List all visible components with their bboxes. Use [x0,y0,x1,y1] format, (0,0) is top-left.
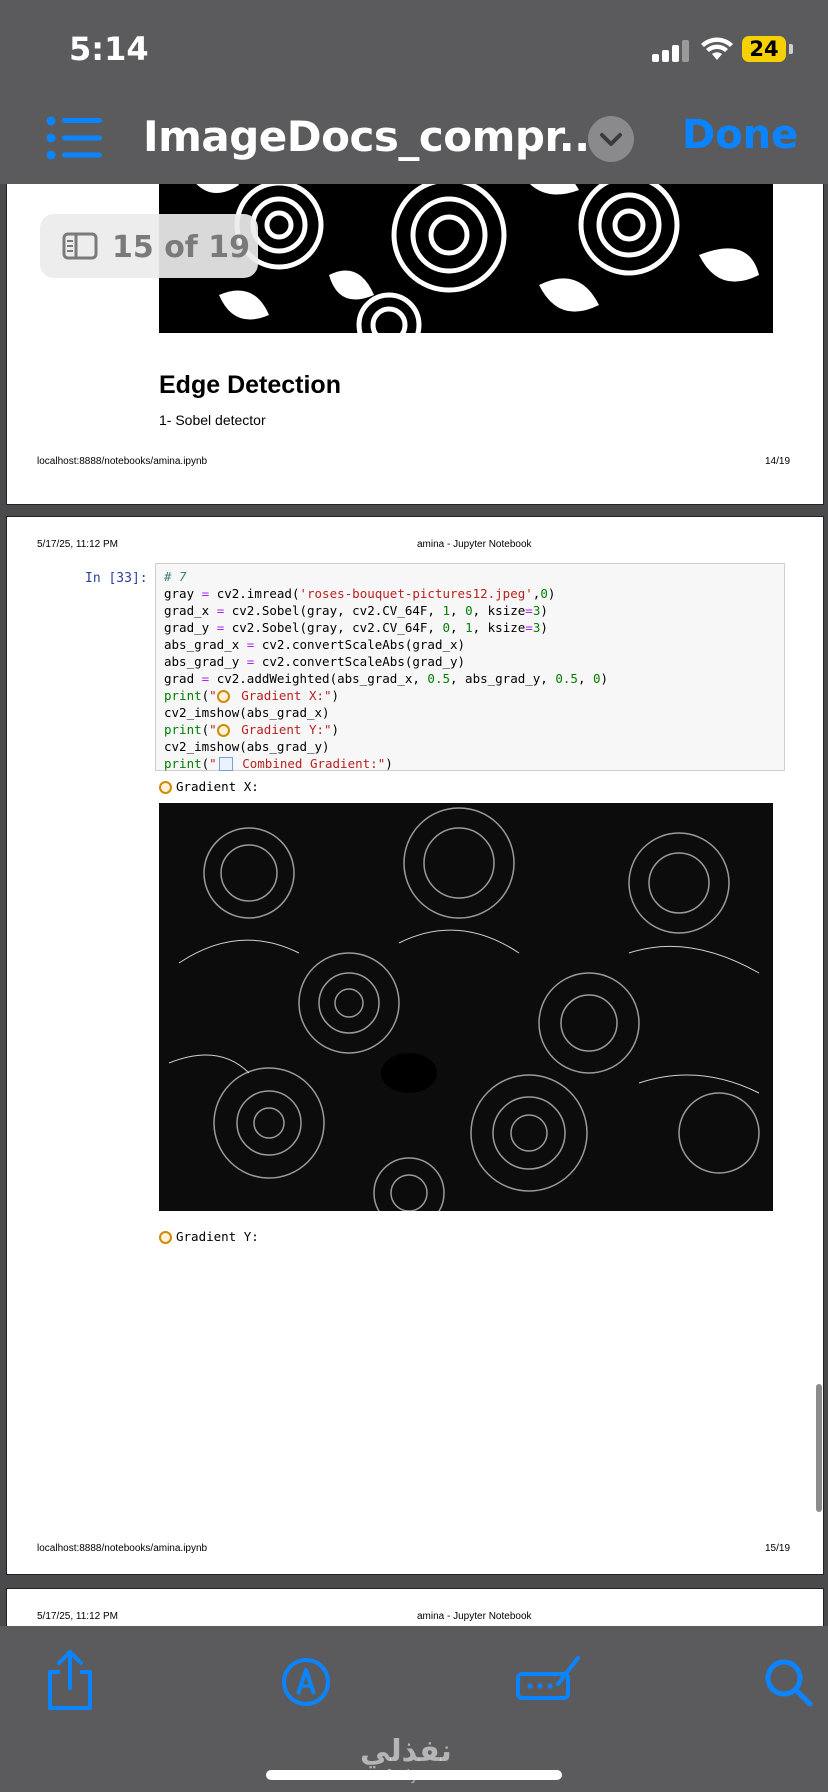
clock-icon [216,690,230,703]
wifi-icon [701,37,733,60]
clock-icon [159,781,172,794]
chevron-down-icon [600,133,622,146]
code-line: print(" Gradient X:") [164,688,340,703]
pdf-page-16: 5/17/25, 11:12 PM amina - Jupyter Notebo… [6,1588,824,1626]
page-footer-number: 14/19 [765,456,791,467]
output-label-gradient-x: Gradient X: [159,779,259,794]
watermark-logo: نفذلي [360,1734,452,1769]
page-footer-url: localhost:8888/notebooks/amina.ipynb [37,1543,208,1554]
code-line: abs_grad_y = cv2.convertScaleAbs(grad_y) [164,654,466,669]
page-indicator-text: 15 of 19 [112,230,251,265]
status-bar: 5:14 24 [0,0,828,100]
battery-icon: 24 [742,36,786,62]
code-line: grad = cv2.addWeighted(abs_grad_x, 0.5, … [164,671,609,686]
document-viewer[interactable]: Edge Detection 1- Sobel detector localho… [0,184,828,1626]
cellular-signal-icon [652,40,692,62]
page-header-title: amina - Jupyter Notebook [417,539,532,550]
section-subheading: 1- Sobel detector [159,412,266,428]
clock-icon [216,724,230,737]
bar-chart-icon [218,757,233,771]
markup-pen-icon [282,1658,330,1706]
gradient-x-image [159,803,773,1211]
code-line: abs_grad_x = cv2.convertScaleAbs(grad_x) [164,637,466,652]
code-line: gray = cv2.imread('roses-bouquet-picture… [164,586,556,601]
done-button[interactable]: Done [682,112,798,158]
code-line: grad_y = cv2.Sobel(gray, cv2.CV_64F, 0, … [164,620,548,635]
navigation-bar: ImageDocs_compr... Done [0,100,828,184]
page-footer-number: 15/19 [765,1543,791,1554]
sidebar-icon [62,232,98,260]
code-line: print(" Gradient Y:") [164,722,340,737]
page-header-title: amina - Jupyter Notebook [417,1611,532,1622]
code-line: # 7 [164,569,187,584]
page-header-date: 5/17/25, 11:12 PM [37,539,118,550]
signature-button[interactable] [514,1648,584,1712]
clock-icon [159,1231,172,1244]
page-footer-url: localhost:8888/notebooks/amina.ipynb [37,456,208,467]
search-icon [765,1659,813,1707]
document-title[interactable]: ImageDocs_compr... [143,112,606,161]
page-indicator-badge[interactable]: 15 of 19 [40,214,258,278]
signature-icon [516,1656,580,1700]
markup-button[interactable] [274,1648,338,1712]
code-line: cv2_imshow(abs_grad_x) [164,705,330,720]
output-label-gradient-y: Gradient Y: [159,1229,259,1244]
search-button[interactable] [758,1648,822,1712]
pdf-page-15: 5/17/25, 11:12 PM amina - Jupyter Notebo… [6,516,824,1575]
bottom-toolbar: نفذلي nafezly.com [0,1626,828,1792]
home-indicator[interactable] [266,1770,562,1780]
code-cell: # 7 gray = cv2.imread('roses-bouquet-pic… [155,563,785,771]
status-time: 5:14 [69,30,149,68]
share-icon [48,1650,92,1710]
section-heading: Edge Detection [159,371,341,399]
scrollbar-thumb[interactable] [816,1384,822,1512]
cell-prompt: In [33]: [85,571,148,586]
battery-tip [789,44,793,54]
page-header-date: 5/17/25, 11:12 PM [37,1611,118,1622]
code-line: grad_x = cv2.Sobel(gray, cv2.CV_64F, 1, … [164,603,548,618]
list-icon[interactable] [46,116,102,160]
code-line: print(" Combined Gradient:") [164,756,393,771]
title-menu-button[interactable] [588,116,634,162]
code-line: cv2_imshow(abs_grad_y) [164,739,330,754]
share-button[interactable] [38,1648,102,1712]
